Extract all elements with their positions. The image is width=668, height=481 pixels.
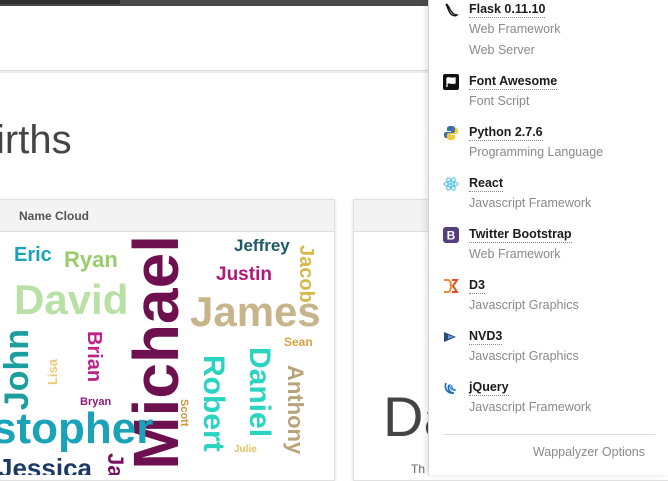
app-name[interactable]: D3: [469, 278, 485, 294]
word-john: John: [0, 329, 36, 411]
word-scott: Scott: [178, 399, 190, 427]
word-eric: Eric: [14, 244, 52, 266]
popup-divider: [443, 434, 655, 435]
top-bar-strip: [0, 0, 120, 4]
app-category[interactable]: Javascript Graphics: [469, 298, 579, 312]
word-robert: Robert: [197, 355, 230, 452]
right-panel-text-fragment: Th: [411, 462, 426, 476]
font-awesome-icon: [443, 74, 459, 90]
app-name[interactable]: Twitter Bootstrap: [469, 227, 572, 243]
word-ja: Ja: [103, 453, 128, 475]
word-jessica: Jessica: [0, 453, 92, 475]
word-sean: Sean: [284, 335, 313, 349]
jquery-icon: [443, 380, 459, 396]
d3-icon: [443, 278, 459, 294]
word-brian: Brian: [83, 331, 105, 383]
word-jeffrey: Jeffrey: [234, 236, 290, 255]
nvd3-icon: [443, 329, 459, 345]
word-cloud: Eric Ryan David Michael Jeffrey Justin J…: [0, 231, 333, 475]
app-category[interactable]: Font Script: [469, 94, 529, 108]
word-david: David: [14, 276, 129, 323]
word-daniel: Daniel: [243, 347, 276, 438]
app-name[interactable]: jQuery: [469, 380, 509, 396]
word-james: James: [190, 288, 321, 335]
app-category[interactable]: Web Framework: [469, 247, 560, 261]
app-name[interactable]: Python 2.7.6: [469, 125, 543, 141]
app-name[interactable]: Font Awesome: [469, 74, 558, 90]
app-category[interactable]: Javascript Graphics: [469, 349, 579, 363]
app-category[interactable]: Web Server: [469, 43, 535, 57]
app-name[interactable]: Flask 0.11.10: [469, 2, 546, 18]
name-cloud-title: Name Cloud: [19, 209, 90, 223]
bootstrap-icon: B: [443, 227, 459, 243]
word-lisa: Lisa: [45, 359, 60, 386]
wappalyzer-popup: Flask 0.11.10 Web Framework Web Server F…: [428, 0, 668, 475]
app-category[interactable]: Javascript Framework: [469, 400, 591, 414]
word-justin: Justin: [216, 264, 272, 285]
app-category[interactable]: Programming Language: [469, 145, 603, 159]
word-ryan: Ryan: [64, 247, 118, 272]
wappalyzer-options-link[interactable]: Wappalyzer Options: [533, 445, 645, 459]
react-icon: [443, 176, 459, 192]
app-name[interactable]: NVD3: [469, 329, 503, 345]
word-anthony: Anthony: [283, 365, 308, 455]
word-christopher: Christopher: [0, 404, 154, 453]
app-name[interactable]: React: [469, 176, 504, 192]
app-category[interactable]: Web Framework: [469, 22, 560, 36]
app-category[interactable]: Javascript Framework: [469, 196, 591, 210]
svg-text:B: B: [447, 229, 456, 243]
python-icon: [443, 125, 459, 141]
word-julie: Julie: [234, 444, 257, 455]
flask-icon: [443, 2, 459, 18]
page-title: irths: [0, 118, 72, 162]
